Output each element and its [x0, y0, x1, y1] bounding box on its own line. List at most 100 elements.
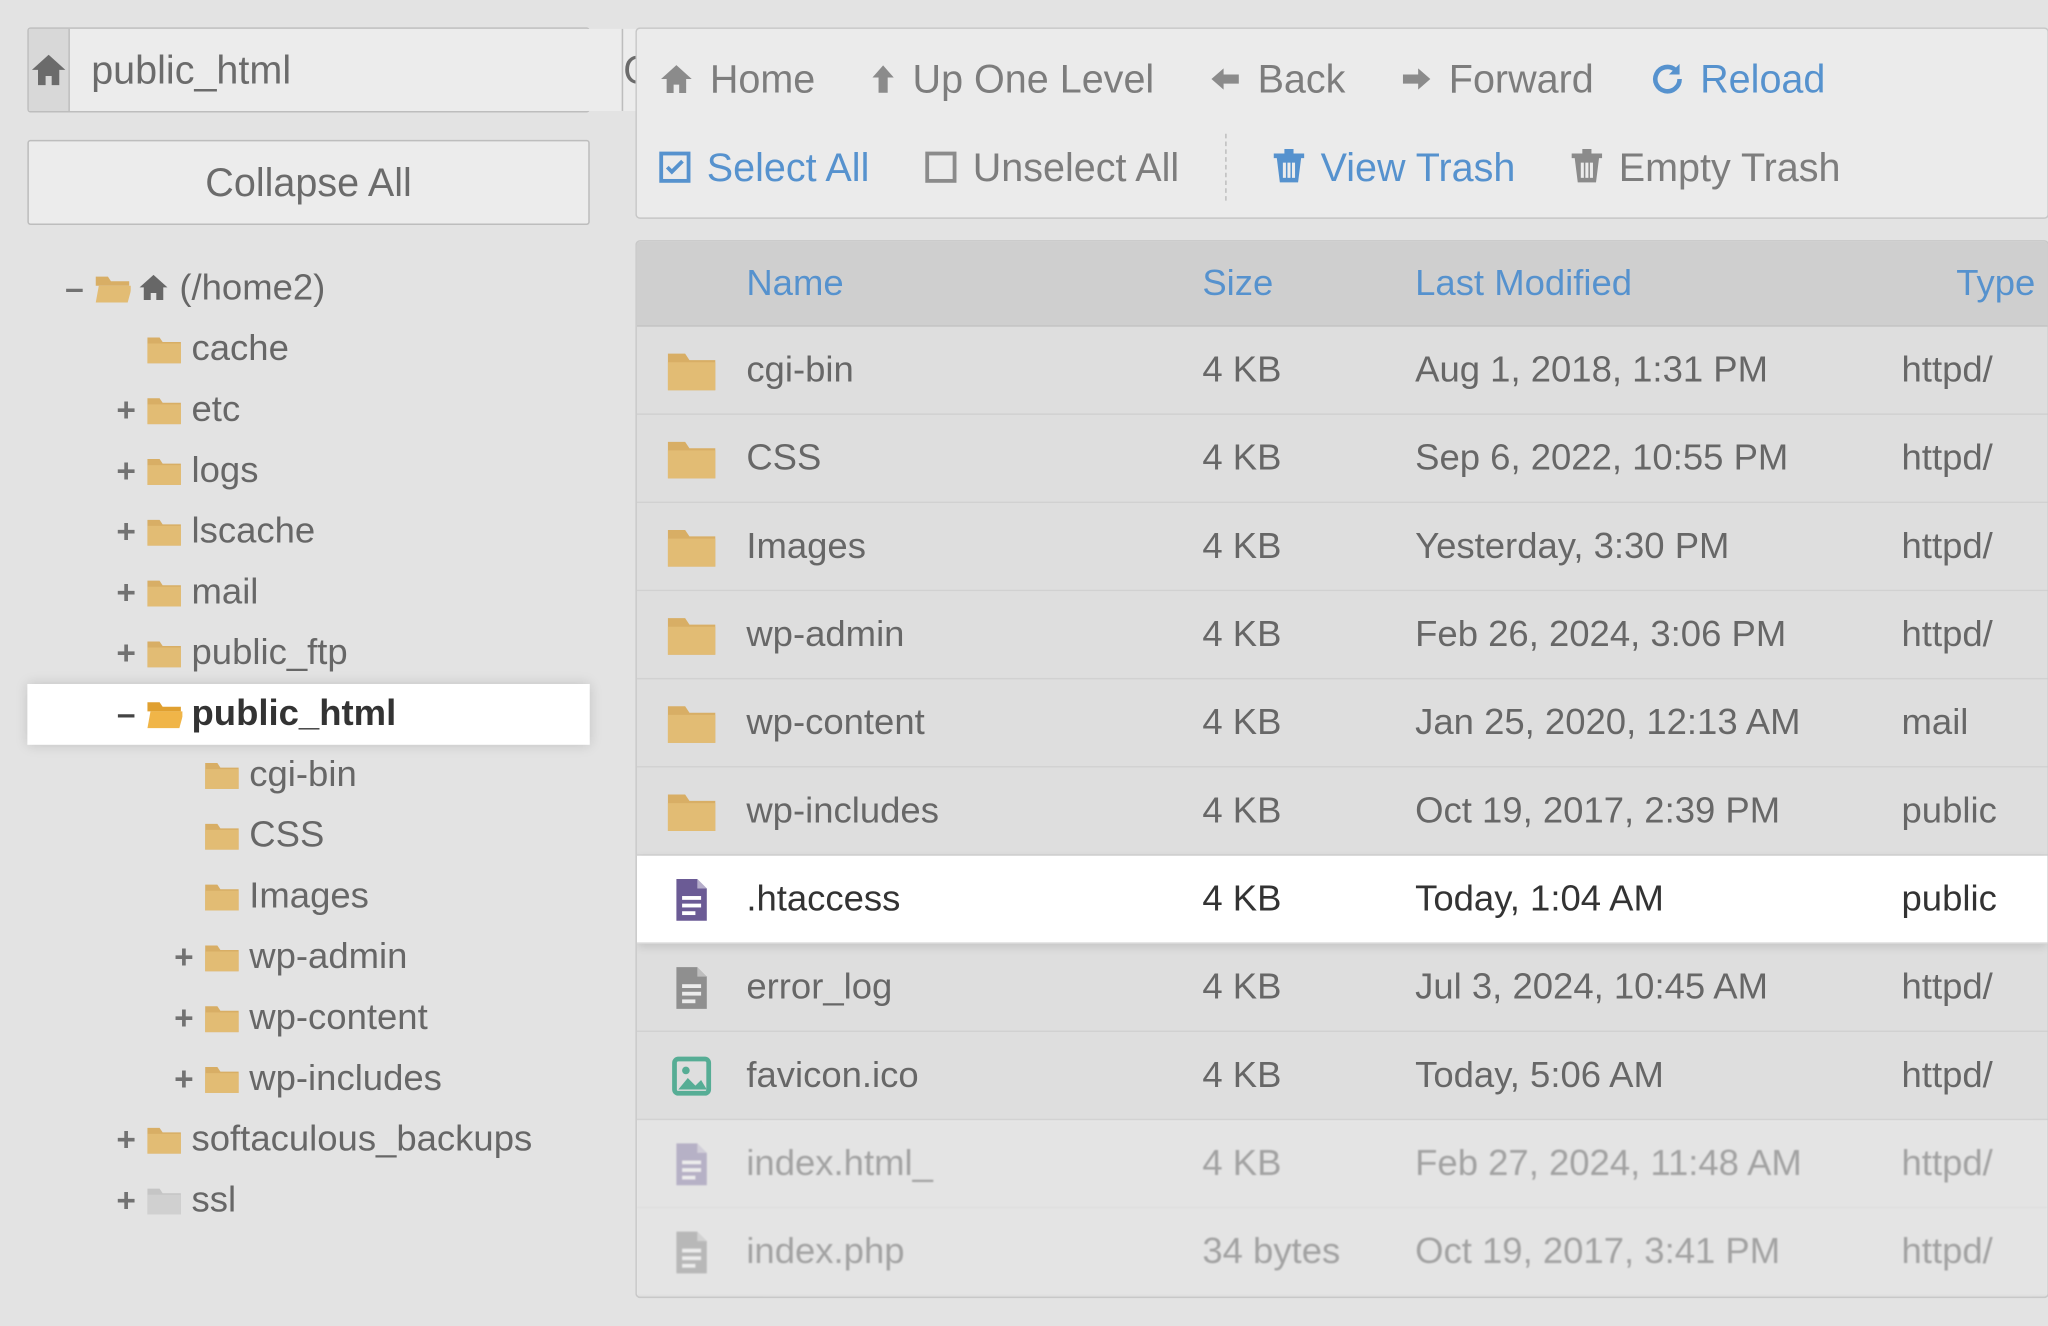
tree-item-label: lscache: [192, 514, 316, 550]
table-row[interactable]: .htaccess4 KBToday, 1:04 AMpublic: [637, 856, 2048, 944]
tree-item-label: cache: [192, 331, 289, 367]
column-name[interactable]: Name: [746, 262, 1202, 305]
tree-toggle-icon[interactable]: +: [109, 1184, 142, 1217]
table-row[interactable]: wp-includes4 KBOct 19, 2017, 2:39 PMpubl…: [637, 768, 2048, 856]
cell-modified: Jan 25, 2020, 12:13 AM: [1415, 701, 1901, 744]
reload-icon: [1648, 61, 1684, 97]
cell-modified: Jul 3, 2024, 10:45 AM: [1415, 966, 1901, 1009]
tree-item[interactable]: + lscache: [27, 502, 589, 563]
collapse-all-button[interactable]: Collapse All: [27, 140, 589, 225]
cell-name: .htaccess: [746, 878, 1202, 921]
toolbar-view-trash[interactable]: View Trash: [1272, 144, 1515, 191]
tree-item-label: (/home2): [179, 271, 325, 307]
cell-modified: Oct 19, 2017, 3:41 PM: [1415, 1230, 1901, 1273]
tree-toggle-icon[interactable]: +: [109, 1123, 142, 1156]
tree-item[interactable]: +logs: [27, 441, 589, 502]
table-row[interactable]: index.php34 bytesOct 19, 2017, 3:41 PMht…: [637, 1208, 2048, 1296]
folder-icon: [204, 939, 240, 975]
tree-toggle-icon[interactable]: +: [109, 454, 142, 487]
tree-item[interactable]: – (/home2): [27, 258, 589, 319]
toolbar-empty-trash[interactable]: Empty Trash: [1570, 144, 1840, 191]
tree-toggle-icon[interactable]: +: [109, 515, 142, 548]
cell-name: error_log: [746, 966, 1202, 1009]
toolbar-unselect-all[interactable]: Unselect All: [924, 144, 1179, 191]
table-row[interactable]: wp-content4 KBJan 25, 2020, 12:13 AMmail: [637, 679, 2048, 767]
arrow-left-icon: [1209, 65, 1242, 92]
toolbar-home[interactable]: Home: [658, 55, 815, 102]
home-button[interactable]: [29, 29, 70, 111]
home-icon: [658, 62, 694, 95]
doc-purple-icon: [637, 876, 746, 922]
tree-item[interactable]: + wp-content: [27, 988, 589, 1049]
cell-name: wp-content: [746, 701, 1202, 744]
table-row[interactable]: favicon.ico4 KBToday, 5:06 AMhttpd/: [637, 1032, 2048, 1120]
column-type[interactable]: Type: [1902, 262, 2048, 305]
tree-item[interactable]: cache: [27, 319, 589, 380]
path-bar: Go: [27, 27, 589, 112]
table-row[interactable]: cgi-bin4 KBAug 1, 2018, 1:31 PMhttpd/: [637, 327, 2048, 415]
folder-open-icon: [146, 696, 182, 732]
tree-toggle-icon[interactable]: +: [109, 576, 142, 609]
toolbar-back[interactable]: Back: [1209, 55, 1346, 102]
tree-toggle-icon[interactable]: +: [167, 1002, 200, 1035]
tree-item[interactable]: CSS: [27, 806, 589, 867]
doc-gray-icon: [637, 964, 746, 1010]
tree-toggle-icon[interactable]: +: [167, 941, 200, 974]
tree-toggle-icon[interactable]: +: [109, 637, 142, 670]
cell-modified: Today, 5:06 AM: [1415, 1054, 1901, 1097]
table-row[interactable]: wp-admin4 KBFeb 26, 2024, 3:06 PMhttpd/: [637, 591, 2048, 679]
tree-toggle-icon[interactable]: –: [58, 272, 91, 305]
cell-name: Images: [746, 525, 1202, 568]
folder-icon: [146, 1122, 182, 1158]
tree-toggle-icon[interactable]: –: [109, 698, 142, 731]
tree-item[interactable]: + softaculous_backups: [27, 1110, 589, 1171]
tree-toggle-icon[interactable]: +: [167, 1062, 200, 1095]
table-header: Name Size Last Modified Type: [637, 242, 2048, 327]
table-row[interactable]: index.html_4 KBFeb 27, 2024, 11:48 AMhtt…: [637, 1120, 2048, 1208]
tree-item[interactable]: +wp-admin: [27, 927, 589, 988]
cell-modified: Sep 6, 2022, 10:55 PM: [1415, 437, 1901, 480]
column-size[interactable]: Size: [1202, 262, 1415, 305]
tree-item[interactable]: +public_ftp: [27, 623, 589, 684]
tree-item-label: Images: [249, 879, 369, 915]
toolbar-select-all-label: Select All: [707, 144, 870, 191]
tree-item-label: softaculous_backups: [192, 1122, 533, 1158]
cell-size: 4 KB: [1202, 613, 1415, 656]
cell-type: httpd/: [1902, 525, 2048, 568]
toolbar-reload[interactable]: Reload: [1648, 55, 1825, 102]
table-row[interactable]: Images4 KBYesterday, 3:30 PMhttpd/: [637, 503, 2048, 591]
toolbar-forward[interactable]: Forward: [1400, 55, 1594, 102]
tree-toggle-icon[interactable]: +: [109, 394, 142, 427]
toolbar-select-all[interactable]: Select All: [658, 144, 869, 191]
file-table: Name Size Last Modified Type cgi-bin4 KB…: [635, 240, 2048, 1298]
cell-modified: Oct 19, 2017, 2:39 PM: [1415, 790, 1901, 833]
cell-modified: Today, 1:04 AM: [1415, 878, 1901, 921]
tree-item[interactable]: +etc: [27, 380, 589, 441]
column-modified[interactable]: Last Modified: [1415, 262, 1901, 305]
tree-item[interactable]: cgi-bin: [27, 745, 589, 806]
folder-icon: [204, 757, 240, 793]
cell-name: wp-admin: [746, 613, 1202, 656]
table-row[interactable]: CSS4 KBSep 6, 2022, 10:55 PMhttpd/: [637, 415, 2048, 503]
folder-icon: [637, 697, 746, 749]
tree-item[interactable]: +ssl: [27, 1170, 589, 1231]
folder-icon: [637, 521, 746, 573]
tree-item-label: wp-content: [249, 1000, 427, 1036]
tree-item[interactable]: +mail: [27, 562, 589, 623]
tree-item[interactable]: +wp-includes: [27, 1049, 589, 1110]
path-input[interactable]: [70, 29, 622, 111]
folder-icon: [204, 1000, 240, 1036]
arrow-right-icon: [1400, 65, 1433, 92]
toolbar-empty-trash-label: Empty Trash: [1619, 144, 1841, 191]
cell-size: 4 KB: [1202, 1142, 1415, 1185]
cell-type: httpd/: [1902, 349, 2048, 392]
trash-icon: [1570, 149, 1603, 185]
cell-size: 4 KB: [1202, 1054, 1415, 1097]
tree-item[interactable]: Images: [27, 866, 589, 927]
tree-item[interactable]: –public_html: [27, 684, 589, 745]
cell-modified: Feb 27, 2024, 11:48 AM: [1415, 1142, 1901, 1185]
toolbar-up[interactable]: Up One Level: [870, 55, 1154, 102]
sidebar: Go Collapse All –(/home2)cache+etc+logs+…: [27, 27, 589, 1326]
cell-type: mail: [1902, 701, 2048, 744]
table-row[interactable]: error_log4 KBJul 3, 2024, 10:45 AMhttpd/: [637, 944, 2048, 1032]
